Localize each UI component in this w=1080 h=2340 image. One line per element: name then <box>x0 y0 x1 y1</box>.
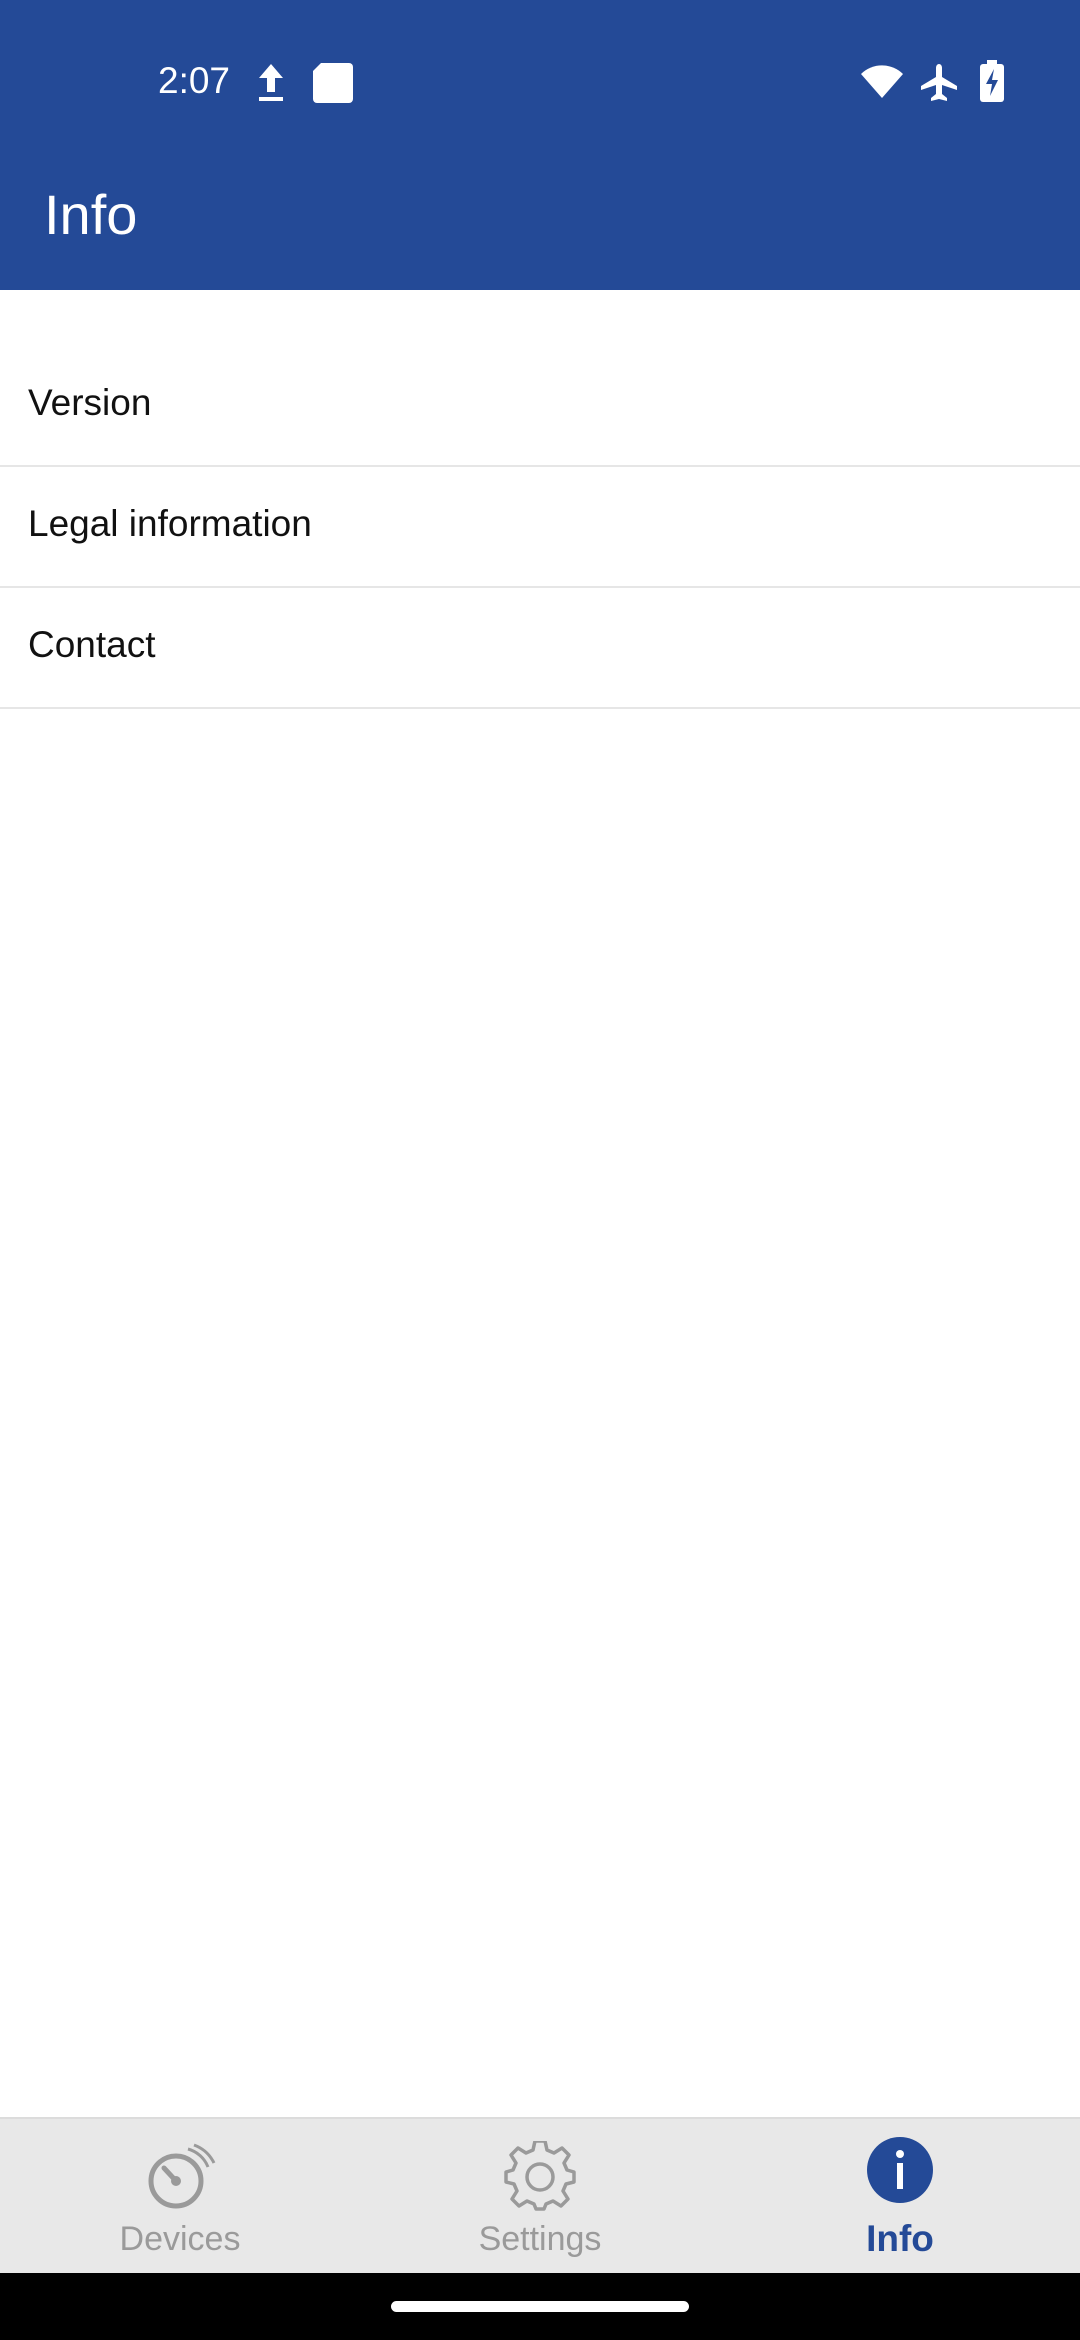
list-item-version[interactable]: Version <box>0 290 1080 467</box>
page-title: Info <box>44 183 138 246</box>
list-item-contact[interactable]: Contact <box>0 588 1080 709</box>
gear-icon <box>504 2139 576 2213</box>
tab-label: Devices <box>119 2220 241 2258</box>
tab-label: Info <box>866 2218 934 2259</box>
system-navigation-bar <box>0 2273 1080 2340</box>
tab-devices[interactable]: Devices <box>0 2119 360 2273</box>
list-item-label: Version <box>28 382 152 423</box>
battery-charging-icon <box>980 60 1004 102</box>
gesture-handle[interactable] <box>391 2301 689 2312</box>
upload-icon <box>256 62 286 104</box>
list-item-label: Legal information <box>28 503 312 544</box>
list-item-label: Contact <box>28 624 156 665</box>
app-header: 2:07 Info <box>0 0 1080 290</box>
tab-settings[interactable]: Settings <box>360 2119 720 2273</box>
status-time: 2:07 <box>158 60 231 101</box>
info-icon <box>865 2135 935 2205</box>
sd-card-icon <box>313 63 353 103</box>
tab-info[interactable]: Info <box>720 2119 1080 2273</box>
airplane-icon <box>919 62 959 102</box>
status-bar: 2:07 <box>0 0 1080 165</box>
bottom-navigation: Devices Settings Info <box>0 2117 1080 2273</box>
gauge-icon <box>144 2141 216 2213</box>
tab-label: Settings <box>478 2220 602 2258</box>
info-list: Version Legal information Contact <box>0 290 1080 709</box>
list-item-legal-information[interactable]: Legal information <box>0 467 1080 588</box>
wifi-icon <box>860 64 904 100</box>
